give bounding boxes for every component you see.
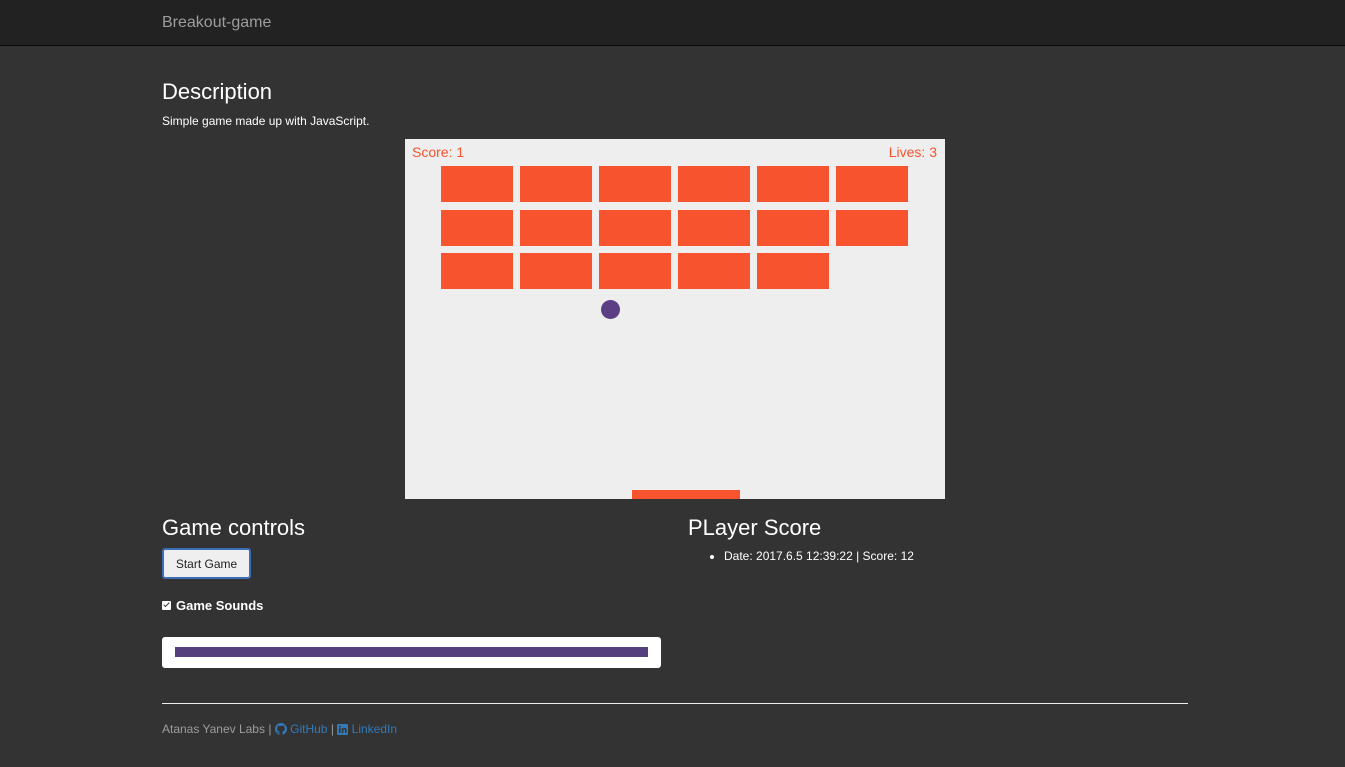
brick <box>441 253 513 289</box>
navbar-brand[interactable]: Breakout-game <box>162 13 271 33</box>
footer-separator: | <box>268 722 272 736</box>
description-title: Description <box>162 79 273 104</box>
player-score-entry: Date: 2017.6.5 12:39:22 | Score: 12 <box>724 548 914 564</box>
game-controls-title: Game controls <box>162 515 306 540</box>
brick <box>520 166 592 202</box>
brick <box>757 210 829 246</box>
game-sounds-checkbox[interactable] <box>162 600 171 610</box>
brick <box>678 210 750 246</box>
score-display: Score: 1 <box>412 144 465 160</box>
brick <box>757 253 829 289</box>
game-sounds-label: Game Sounds <box>176 597 264 613</box>
player-score-list: Date: 2017.6.5 12:39:22 | Score: 12 <box>688 548 914 564</box>
player-score-title: PLayer Score <box>688 515 822 540</box>
volume-track[interactable] <box>175 647 648 657</box>
footer-author: Atanas Yanev Labs <box>162 722 265 736</box>
volume-slider[interactable] <box>162 637 661 668</box>
github-icon <box>274 723 287 739</box>
brick <box>599 253 671 289</box>
brick <box>520 253 592 289</box>
brick <box>678 253 750 289</box>
brick <box>599 166 671 202</box>
paddle[interactable] <box>632 490 740 499</box>
start-game-button[interactable]: Start Game <box>162 548 251 579</box>
game-sounds-toggle[interactable]: Game Sounds <box>162 597 263 613</box>
ball <box>601 300 620 319</box>
brick <box>836 166 908 202</box>
lives-display: Lives: 3 <box>888 144 937 160</box>
navbar: Breakout-game <box>0 0 1345 46</box>
footer-separator: | <box>330 722 334 736</box>
linkedin-icon <box>337 723 349 739</box>
linkedin-link[interactable]: LinkedIn <box>337 722 397 736</box>
game-canvas[interactable]: Score: 1 Lives: 3 <box>405 139 945 499</box>
github-link-label: GitHub <box>290 722 328 736</box>
volume-fill <box>175 647 648 657</box>
linkedin-link-label: LinkedIn <box>351 722 398 736</box>
brick <box>678 166 750 202</box>
brick <box>441 210 513 246</box>
brick <box>441 166 513 202</box>
footer: Atanas Yanev Labs | GitHub | LinkedIn <box>162 721 397 739</box>
brick <box>520 210 592 246</box>
brick <box>599 210 671 246</box>
github-link[interactable]: GitHub <box>274 722 331 739</box>
brick <box>757 166 829 202</box>
brick <box>836 210 908 246</box>
footer-divider <box>162 703 1188 704</box>
description-text: Simple game made up with JavaScript. <box>162 114 370 128</box>
